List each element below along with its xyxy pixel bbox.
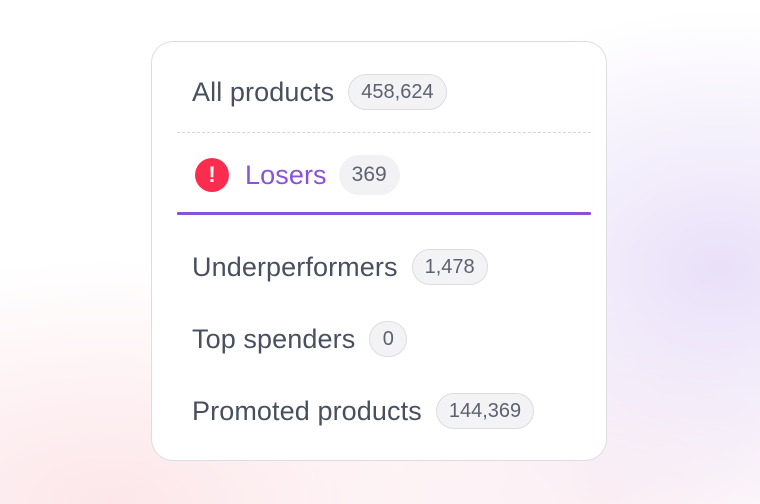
segment-label: Top spenders (192, 323, 356, 354)
count-badge: 0 (369, 321, 408, 357)
count-badge: 369 (338, 155, 400, 195)
segment-promoted-products[interactable]: Promoted products 144,369 (192, 391, 535, 431)
active-segment-underline (177, 212, 591, 215)
segment-menu-card: All products 458,624 ! Losers 369 Underp… (151, 41, 607, 461)
segment-top-spenders[interactable]: Top spenders 0 (192, 319, 408, 359)
segment-label: All products (192, 76, 335, 107)
segment-underperformers[interactable]: Underperformers 1,478 (192, 247, 488, 287)
segment-label: Losers (245, 159, 327, 190)
segment-all-products[interactable]: All products 458,624 (192, 72, 447, 112)
section-divider (177, 132, 591, 133)
segment-label: Promoted products (192, 395, 422, 426)
segment-label: Underperformers (192, 251, 398, 282)
count-badge: 458,624 (348, 74, 447, 110)
count-badge: 144,369 (435, 393, 535, 429)
segment-losers[interactable]: ! Losers 369 (195, 155, 400, 195)
alert-icon: ! (195, 158, 229, 192)
count-badge: 1,478 (411, 249, 488, 285)
